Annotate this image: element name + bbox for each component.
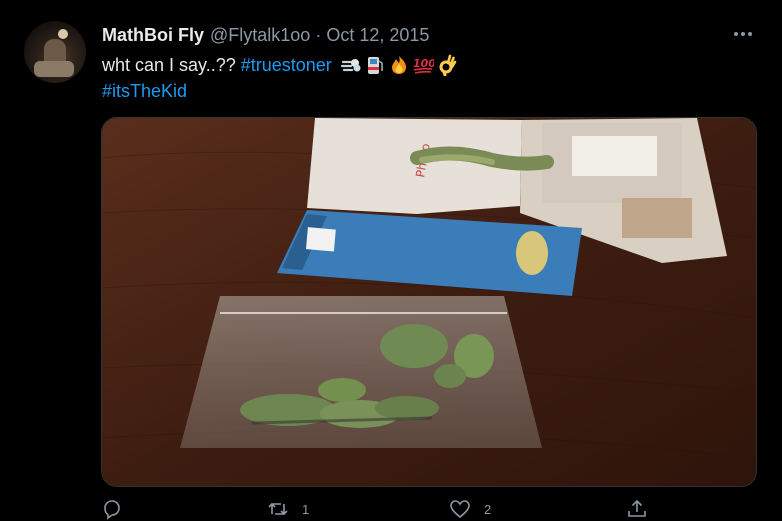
tweet-text: wht can I say..?? #truestoner 100 #itsTh…	[102, 52, 742, 104]
user-handle[interactable]: @Flytalk1oo	[210, 25, 310, 46]
header-separator: ·	[315, 24, 322, 45]
retweet-button[interactable]: 1	[266, 497, 309, 521]
fuel-pump-emoji	[364, 54, 386, 76]
avatar-figure-base	[34, 61, 74, 77]
hashtag-itsthekid[interactable]: #itsTheKid	[102, 78, 187, 104]
tweet-photo[interactable]: Photo	[101, 117, 757, 487]
retweet-count: 1	[302, 501, 310, 517]
photo-scene: Photo	[102, 118, 756, 486]
tweet-text-line-1: wht can I say..?? #truestoner 100	[102, 52, 742, 78]
ok-hand-emoji	[436, 54, 458, 76]
share-button[interactable]	[625, 497, 661, 521]
heart-icon	[450, 500, 470, 519]
reply-button[interactable]	[100, 497, 136, 521]
retweet-icon	[268, 502, 288, 516]
tweet-date[interactable]: Oct 12, 2015	[326, 25, 429, 46]
reply-icon	[104, 500, 120, 520]
dash-emoji	[340, 54, 362, 76]
fire-emoji	[388, 54, 410, 76]
more-options-icon	[734, 32, 752, 36]
avatar-figure-head	[58, 29, 68, 39]
tweet-text-line-2: #itsTheKid	[102, 78, 742, 104]
display-name[interactable]: MathBoi Fly	[102, 25, 204, 46]
tweet-header: MathBoi Fly @Flytalk1oo · Oct 12, 2015	[102, 24, 429, 46]
tweet-card[interactable]: MathBoi Fly @Flytalk1oo · Oct 12, 2015 w…	[0, 0, 782, 520]
hashtag-truestoner[interactable]: #truestoner	[241, 52, 332, 78]
share-icon	[628, 499, 646, 517]
like-count: 2	[484, 501, 492, 517]
like-button[interactable]: 2	[448, 497, 491, 521]
tweet-text-plain: wht can I say..??	[102, 55, 241, 75]
hundred-points-emoji: 100	[412, 54, 434, 76]
user-avatar[interactable]	[24, 21, 86, 83]
more-options-button[interactable]	[726, 22, 762, 46]
tweet-actions: 1 2	[100, 497, 660, 521]
